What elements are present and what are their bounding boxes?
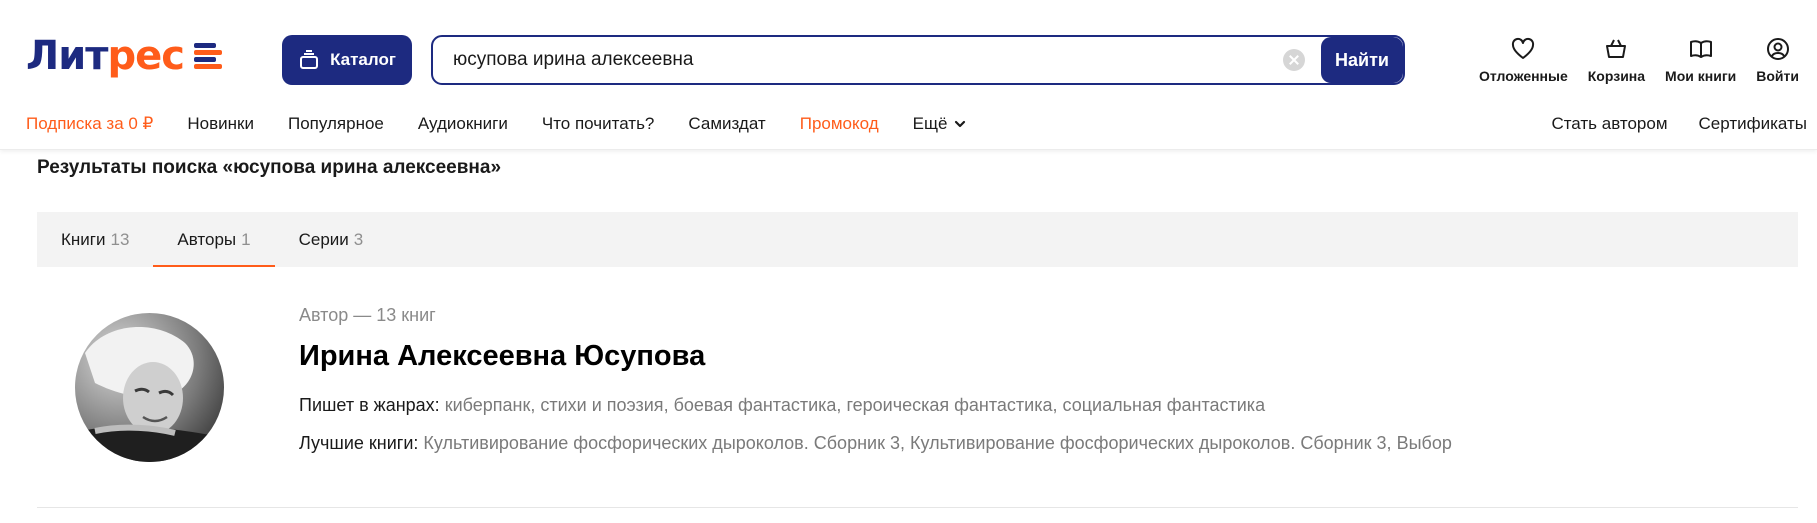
author-name[interactable]: Ирина Алексеевна Юсупова	[299, 340, 705, 373]
tab-authors[interactable]: Авторы 1	[153, 212, 275, 267]
litres-logo[interactable]: Литрес	[26, 34, 224, 78]
author-photo	[75, 313, 224, 462]
catalog-icon	[300, 50, 319, 69]
author-genres: Пишет в жанрах: киберпанк, стихи и поэзи…	[299, 395, 1266, 415]
tab-authors-label: Авторы	[177, 229, 237, 249]
book-link[interactable]: Выбор	[1397, 433, 1452, 453]
user-nav: Отложенные Корзина Мои книги Войти	[1479, 36, 1799, 84]
menu-item-subscription[interactable]: Подписка за 0 ₽	[26, 114, 153, 134]
cart-link[interactable]: Корзина	[1588, 36, 1645, 84]
search-input[interactable]	[433, 37, 1283, 83]
chevron-down-icon	[955, 120, 966, 128]
menu-item-what-to-read[interactable]: Что почитать?	[542, 114, 655, 134]
menu-item-samizdat[interactable]: Самиздат	[688, 114, 765, 134]
genre-link[interactable]: киберпанк	[445, 395, 531, 415]
logo-text: Литрес	[26, 33, 185, 79]
wishlist-label: Отложенные	[1478, 68, 1568, 84]
my-books-link[interactable]: Мои книги	[1665, 36, 1736, 84]
search-button[interactable]: Найти	[1321, 37, 1403, 83]
logo-stripes-icon	[193, 43, 224, 69]
tab-books-count: 13	[110, 229, 130, 249]
logo-text-part2: рес	[107, 33, 184, 79]
basket-icon	[1606, 39, 1627, 58]
menu-item-popular[interactable]: Популярное	[288, 114, 384, 134]
login-link[interactable]: Войти	[1756, 36, 1799, 84]
tab-books[interactable]: Книги 13	[37, 212, 153, 267]
book-link[interactable]: Культивирование фосфорических дыроколов.…	[423, 433, 900, 453]
menu-item-more[interactable]: Ещё	[913, 114, 968, 134]
site-header: Литрес Каталог Найти Отложенные	[0, 0, 1817, 150]
menu-item-promocode[interactable]: Промокод	[800, 114, 879, 134]
genre-link[interactable]: боевая фантастика	[674, 395, 837, 415]
search-bar: Найти	[431, 35, 1405, 85]
menu-item-certificates[interactable]: Сертификаты	[1699, 114, 1807, 134]
logo-text-part1: Лит	[26, 33, 108, 79]
heart-icon	[1512, 37, 1535, 59]
genre-link[interactable]: героическая фантастика	[846, 395, 1052, 415]
user-icon	[1766, 38, 1789, 60]
tab-authors-count: 1	[241, 229, 251, 249]
tab-series-label: Серии	[298, 229, 349, 249]
result-tabs: Книги 13 Авторы 1 Серии 3	[37, 212, 1798, 267]
login-label: Войти	[1756, 68, 1799, 84]
tab-books-label: Книги	[61, 229, 106, 249]
genres-label: Пишет в жанрах:	[299, 395, 440, 415]
menu-item-become-author[interactable]: Стать автором	[1551, 114, 1667, 134]
tab-series[interactable]: Серии 3	[275, 212, 388, 267]
genre-link[interactable]: стихи и поэзия	[540, 395, 663, 415]
menu-item-audiobooks[interactable]: Аудиокниги	[418, 114, 508, 134]
catalog-label: Каталог	[330, 50, 396, 69]
cart-label: Корзина	[1587, 68, 1646, 84]
book-link[interactable]: Культивирование фосфорических дыроколов.…	[910, 433, 1387, 453]
menu-item-new[interactable]: Новинки	[187, 114, 254, 134]
my-books-label: Мои книги	[1665, 68, 1737, 84]
menu-item-more-label: Ещё	[912, 114, 948, 133]
secondary-menu: Стать автором Сертификаты	[1551, 114, 1807, 134]
clear-search-icon[interactable]	[1283, 49, 1305, 71]
book-icon	[1689, 40, 1712, 58]
main-menu: Подписка за 0 ₽ Новинки Популярное Аудио…	[26, 114, 1001, 134]
author-card: Автор — 13 книг Ирина Алексеевна Юсупова…	[37, 290, 1798, 508]
wishlist-link[interactable]: Отложенные	[1479, 36, 1568, 84]
genre-link[interactable]: социальная фантастика	[1063, 395, 1266, 415]
best-books-label: Лучшие книги:	[299, 433, 419, 453]
author-meta: Автор — 13 книг	[299, 305, 436, 325]
author-avatar[interactable]	[75, 313, 224, 462]
page-title: Результаты поиска «юсупова ирина алексее…	[37, 157, 502, 178]
catalog-button[interactable]: Каталог	[282, 35, 412, 85]
tab-series-count: 3	[353, 229, 364, 249]
author-best-books: Лучшие книги: Культивирование фосфоричес…	[299, 433, 1452, 453]
